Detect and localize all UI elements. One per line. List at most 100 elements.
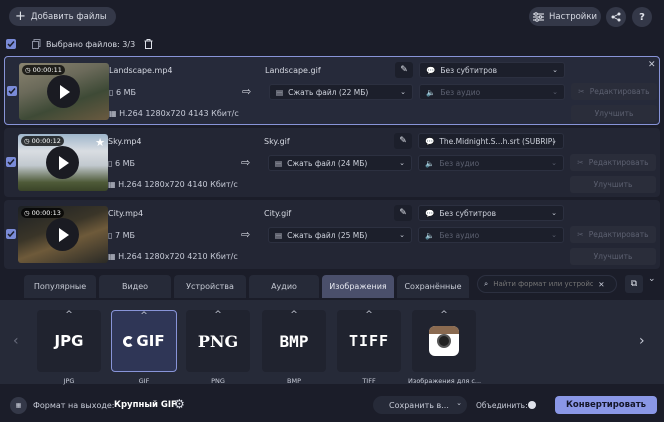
caret-up-icon: ^ (440, 310, 448, 320)
pencil-icon: ✎ (399, 136, 407, 146)
scroll-right-icon[interactable]: › (639, 333, 645, 349)
file-row-landscape[interactable]: ◷ 00:00:11 Landscape.mp4 ▯ 6 МБ ▦ H.264 1… (4, 56, 660, 125)
video-thumbnail[interactable]: ◷ 00:00:12 ★ (18, 134, 108, 191)
rename-button[interactable]: ✎ (395, 62, 413, 78)
codec-info: ▦ H.264 1280x720 4210 Кбит/с (108, 252, 238, 261)
file-size: ▯ 6 МБ (109, 88, 136, 97)
subtitles-dropdown[interactable]: 💬 Без субтитров ⌄ (418, 205, 564, 221)
output-format-value: Крупный GIF (114, 400, 177, 410)
save-to-dropdown[interactable]: Сохранить в... ⌄ (373, 396, 467, 414)
tab-popular[interactable]: Популярные (24, 275, 96, 298)
subtitles-dropdown[interactable]: 💬 Без субтитров ⌄ (419, 62, 565, 78)
improve-button[interactable]: Улучшить (570, 176, 656, 193)
improve-button[interactable]: Улучшить (571, 105, 657, 122)
output-filename[interactable]: City.gif (264, 209, 291, 218)
audio-dropdown[interactable]: 🔈 Без аудио ⌄ (418, 227, 564, 243)
speaker-icon: 🔈 (425, 158, 435, 168)
sliders-icon (532, 11, 544, 22)
star-icon[interactable]: ★ (95, 136, 105, 149)
output-filename[interactable]: Landscape.gif (265, 66, 321, 75)
tab-saved[interactable]: Сохранённые (397, 275, 469, 298)
output-filename[interactable]: Sky.gif (264, 137, 290, 146)
film-icon: ▦ (108, 252, 116, 261)
audio-dropdown[interactable]: 🔈 Без аудио ⌄ (418, 155, 564, 171)
clear-icon[interactable]: ✕ (598, 280, 604, 289)
merge-toggle[interactable] (528, 401, 536, 409)
improve-button[interactable]: Улучшить (570, 248, 656, 265)
compress-dropdown[interactable]: ▤ Сжать файл (24 МБ) ⌄ (268, 155, 412, 171)
format-label-jpg: JPG (63, 377, 75, 385)
chevron-down-icon: ⌄ (399, 159, 405, 167)
pencil-icon: ✎ (399, 208, 407, 218)
select-all-checkbox[interactable] (6, 39, 16, 49)
caret-up-icon: ^ (290, 310, 298, 320)
settings-label: Настройки (548, 11, 597, 22)
tab-images[interactable]: Изображения (322, 275, 394, 298)
film-icon: ▦ (108, 180, 116, 189)
scroll-left-icon[interactable]: ‹ (13, 333, 19, 349)
jpg-logo: JPG (54, 332, 84, 350)
play-button[interactable] (46, 146, 79, 179)
trash-icon[interactable] (144, 39, 153, 49)
tab-audio[interactable]: Аудио (249, 275, 319, 298)
search-input[interactable] (493, 280, 594, 288)
clock-icon: ◷ (24, 209, 30, 217)
collapse-chevron-icon[interactable]: ⌄ (648, 274, 656, 284)
file-size: ▯ 7 МБ (108, 231, 135, 240)
file-checkbox[interactable] (7, 86, 17, 96)
file-checkbox[interactable] (6, 229, 16, 239)
video-thumbnail[interactable]: ◷ 00:00:11 (19, 63, 109, 120)
edit-button[interactable]: ✂ Редактировать (571, 83, 657, 100)
file-icon: ▤ (275, 230, 283, 240)
close-icon[interactable]: ✕ (648, 60, 656, 70)
video-thumbnail[interactable]: ◷ 00:00:13 (18, 206, 108, 263)
play-button[interactable] (47, 75, 80, 108)
format-png[interactable]: ^ PNG (186, 310, 250, 372)
format-tiff[interactable]: ^ TIFF (337, 310, 401, 372)
play-button[interactable] (46, 218, 79, 251)
check-icon (7, 41, 15, 48)
format-gif[interactable]: ^ GIF (111, 310, 177, 372)
subtitles-dropdown[interactable]: 💬 The.Midnight.S...h.srt (SUBRIP) ⌄ (418, 133, 564, 149)
share-button[interactable] (606, 7, 626, 27)
file-icon: ▯ (108, 159, 113, 168)
caret-up-icon: ^ (365, 310, 373, 320)
tab-devices[interactable]: Устройства (174, 275, 246, 298)
audio-dropdown[interactable]: 🔈 Без аудио ⌄ (419, 84, 565, 100)
format-social[interactable]: ^ (412, 310, 476, 372)
format-jpg[interactable]: ^ JPG (37, 310, 101, 372)
file-row-sky[interactable]: ◷ 00:00:12 ★ Sky.mp4 ▯ 6 МБ ▦ H.264 1280x… (4, 128, 660, 197)
format-label-png: PNG (211, 377, 225, 385)
rename-button[interactable]: ✎ (394, 205, 412, 221)
help-button[interactable]: ? (632, 7, 652, 27)
format-label-gif: GIF (138, 377, 150, 385)
gif-logo-icon: GIF (123, 332, 165, 350)
file-icon: ▤ (275, 158, 283, 168)
convert-arrow-icon: ⇨ (241, 156, 251, 169)
file-icon: ▯ (108, 231, 113, 240)
camera-icon (429, 326, 459, 356)
edit-button[interactable]: ✂ Редактировать (570, 226, 656, 243)
chevron-down-icon: ⌄ (552, 88, 558, 96)
clock-icon: ◷ (25, 66, 31, 74)
format-bmp[interactable]: ^ BMP (262, 310, 326, 372)
settings-button[interactable]: Настройки (529, 7, 601, 26)
format-search[interactable]: ⌕ ✕ (477, 275, 617, 293)
compress-dropdown[interactable]: ▤ Сжать файл (25 МБ) ⌄ (268, 227, 412, 243)
wrench-icon: ✂ (577, 230, 584, 239)
convert-button[interactable]: Конвертировать (555, 396, 657, 414)
tiff-logo: TIFF (348, 332, 390, 350)
output-format-icon: ▦ (10, 397, 27, 414)
gear-icon[interactable]: ⚙ (174, 397, 185, 411)
file-row-city[interactable]: ◷ 00:00:13 City.mp4 ▯ 7 МБ ▦ H.264 1280x7… (4, 200, 660, 269)
compress-dropdown[interactable]: ▤ Сжать файл (22 МБ) ⌄ (269, 84, 413, 100)
tab-video[interactable]: Видео (99, 275, 171, 298)
rename-button[interactable]: ✎ (394, 133, 412, 149)
add-files-button[interactable]: + Добавить файлы (9, 7, 116, 26)
file-checkbox[interactable] (6, 157, 16, 167)
caret-up-icon: ^ (65, 310, 73, 320)
source-filename: Landscape.mp4 (109, 66, 173, 75)
edit-button[interactable]: ✂ Редактировать (570, 154, 656, 171)
format-info-button[interactable]: ⧉ (625, 275, 643, 293)
chevron-down-icon: ⌄ (399, 231, 405, 239)
